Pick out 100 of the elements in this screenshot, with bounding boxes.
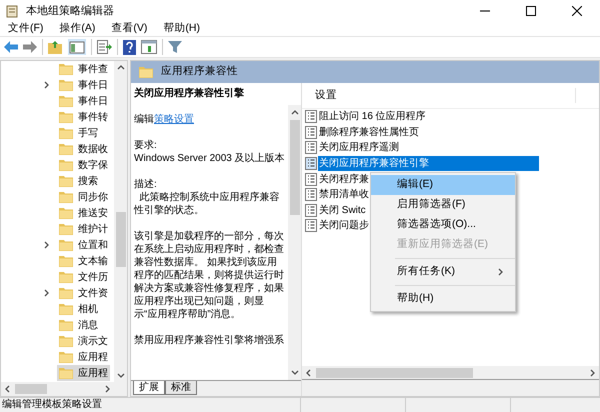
tree-item[interactable]: 维护计 [57,221,110,237]
menu-option[interactable]: 筛选器选项(O)... [371,215,515,235]
setting-icon [305,188,317,202]
folder-icon [59,319,73,331]
folder-up-icon[interactable] [48,40,63,54]
scroll-thumb[interactable] [116,212,126,267]
scroll-up-icon[interactable] [290,109,298,117]
tree-item[interactable]: 事件日 [57,93,110,109]
setting-item[interactable]: 关闭 Switc [318,202,367,218]
description-text: Windows Server 2003 及以上版本 [134,152,285,165]
help-icon[interactable] [123,40,136,54]
tree-item[interactable]: 消息 [57,317,100,333]
scroll-left-icon[interactable] [4,385,12,393]
close-icon [572,6,582,16]
setting-item[interactable]: 关闭应用程序兼容性引擎 [318,156,539,172]
tree-item[interactable]: 事件查 [57,61,110,77]
edit-label: 编辑 [134,114,154,125]
tree-item[interactable]: 应用程 [57,349,110,365]
tree-item[interactable]: 同步你 [57,189,110,205]
vertical-scrollbar[interactable] [114,61,127,382]
folder-icon [59,303,73,315]
folder-icon [59,79,73,91]
view-tab[interactable]: 标准 [165,381,197,395]
scroll-right-icon[interactable] [103,385,111,393]
menu-option[interactable]: 帮助(H) [371,289,515,309]
folder-icon [59,335,73,347]
forward-icon[interactable] [23,41,37,53]
menu-option[interactable]: 启用筛选器(F) [371,195,515,215]
policy-title: 关闭应用程序兼容性引擎 [134,87,245,100]
setting-icon [305,110,317,124]
menu-option[interactable]: 编辑(E) [371,175,515,195]
export-list-icon[interactable] [97,40,112,54]
folder-icon [59,239,73,251]
window-title: 本地组策略编辑器 [26,4,114,19]
setting-item[interactable]: 阻止访问 16 位应用程序 [318,109,427,125]
pane-toggle-icon[interactable] [68,39,86,55]
submenu-icon[interactable] [497,268,505,276]
folder-icon [59,143,73,155]
setting-item[interactable]: 禁用清单收 [318,186,370,203]
view-tab[interactable]: 扩展 [133,381,165,395]
tree-item[interactable]: 相机 [57,301,100,317]
menu-item[interactable]: 查看(V) [103,23,156,34]
tree-item[interactable]: 事件转 [57,109,110,125]
tree-item[interactable]: 位置和 [57,237,110,253]
back-icon[interactable] [4,41,18,53]
tree-item[interactable]: 事件日 [57,77,110,93]
expand-icon[interactable] [43,241,51,249]
tree-item[interactable]: 文本输 [57,253,110,269]
folder-icon [59,223,73,235]
filter-icon[interactable] [168,40,182,54]
tree-item[interactable]: 搜索 [57,173,100,189]
expand-icon[interactable] [43,81,51,89]
menu-option[interactable]: 所有任务(K) [371,262,515,282]
tree-item[interactable]: 应用程 [57,365,110,381]
description-text: 此策略控制系统中应用程序兼容性引擎的状态。 [134,191,281,217]
scroll-right-icon[interactable] [588,368,596,376]
setting-item[interactable]: 删除程序兼容性属性页 [318,124,420,140]
tree-item[interactable]: 文件历 [57,269,110,285]
scroll-thumb[interactable] [290,120,300,215]
scroll-thumb[interactable] [15,384,47,394]
folder-icon [59,159,73,171]
tree-item[interactable]: 数据收 [57,141,110,157]
header-title: 应用程序兼容性 [161,64,238,80]
expand-icon[interactable] [43,289,51,297]
horizontal-scrollbar[interactable] [302,366,599,379]
folder-icon [59,287,73,299]
folder-icon [59,111,73,123]
setting-item[interactable]: 关闭问题步 [318,218,370,234]
tree-item[interactable]: 手写 [57,125,100,141]
menu-item[interactable]: 帮助(H) [155,23,208,34]
policy-settings-link[interactable]: 策略设置 [154,114,194,125]
window-icon[interactable] [141,40,157,54]
scroll-left-icon[interactable] [305,368,313,376]
status-text: 编辑管理模板策略设置 [1,398,103,412]
tree-item[interactable]: 推送安 [57,205,110,221]
scroll-thumb[interactable] [316,368,473,378]
folder-icon [139,66,153,78]
setting-item[interactable]: 关闭程序兼 [318,171,370,187]
menu-item[interactable]: 文件(F) [0,23,52,34]
menu-item[interactable]: 操作(A) [51,23,104,34]
tree-item[interactable]: 文件资 [57,285,110,301]
setting-icon [305,204,317,217]
scroll-up-icon[interactable] [116,64,124,72]
maximize-icon [526,6,536,16]
column-header[interactable]: 设置 [302,88,576,104]
vertical-scrollbar[interactable] [288,105,301,380]
tree-item[interactable]: 演示文 [57,333,110,349]
setting-item[interactable]: 关闭应用程序遥测 [318,140,400,156]
horizontal-scrollbar[interactable] [1,382,127,396]
folder-icon [59,271,73,283]
setting-icon [305,141,317,154]
folder-icon [59,175,73,187]
description-text: 禁用应用程序兼容性引擎将增强系 [134,334,285,347]
setting-icon [305,157,317,170]
scroll-down-icon[interactable] [290,368,298,376]
tree-item[interactable]: 数字保 [57,157,110,173]
folder-icon [59,63,73,75]
setting-icon [305,126,317,139]
app-icon [6,4,20,18]
scroll-down-icon[interactable] [116,371,124,379]
